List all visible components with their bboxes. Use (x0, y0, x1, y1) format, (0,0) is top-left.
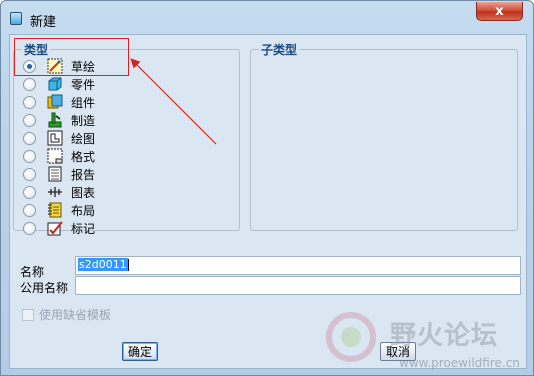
new-file-dialog: 新建 x 类型 子类型 草绘 零件 组件 制造 绘图 格式 报告 图表 布局 标… (0, 0, 534, 376)
annotation-arrow (130, 58, 217, 145)
